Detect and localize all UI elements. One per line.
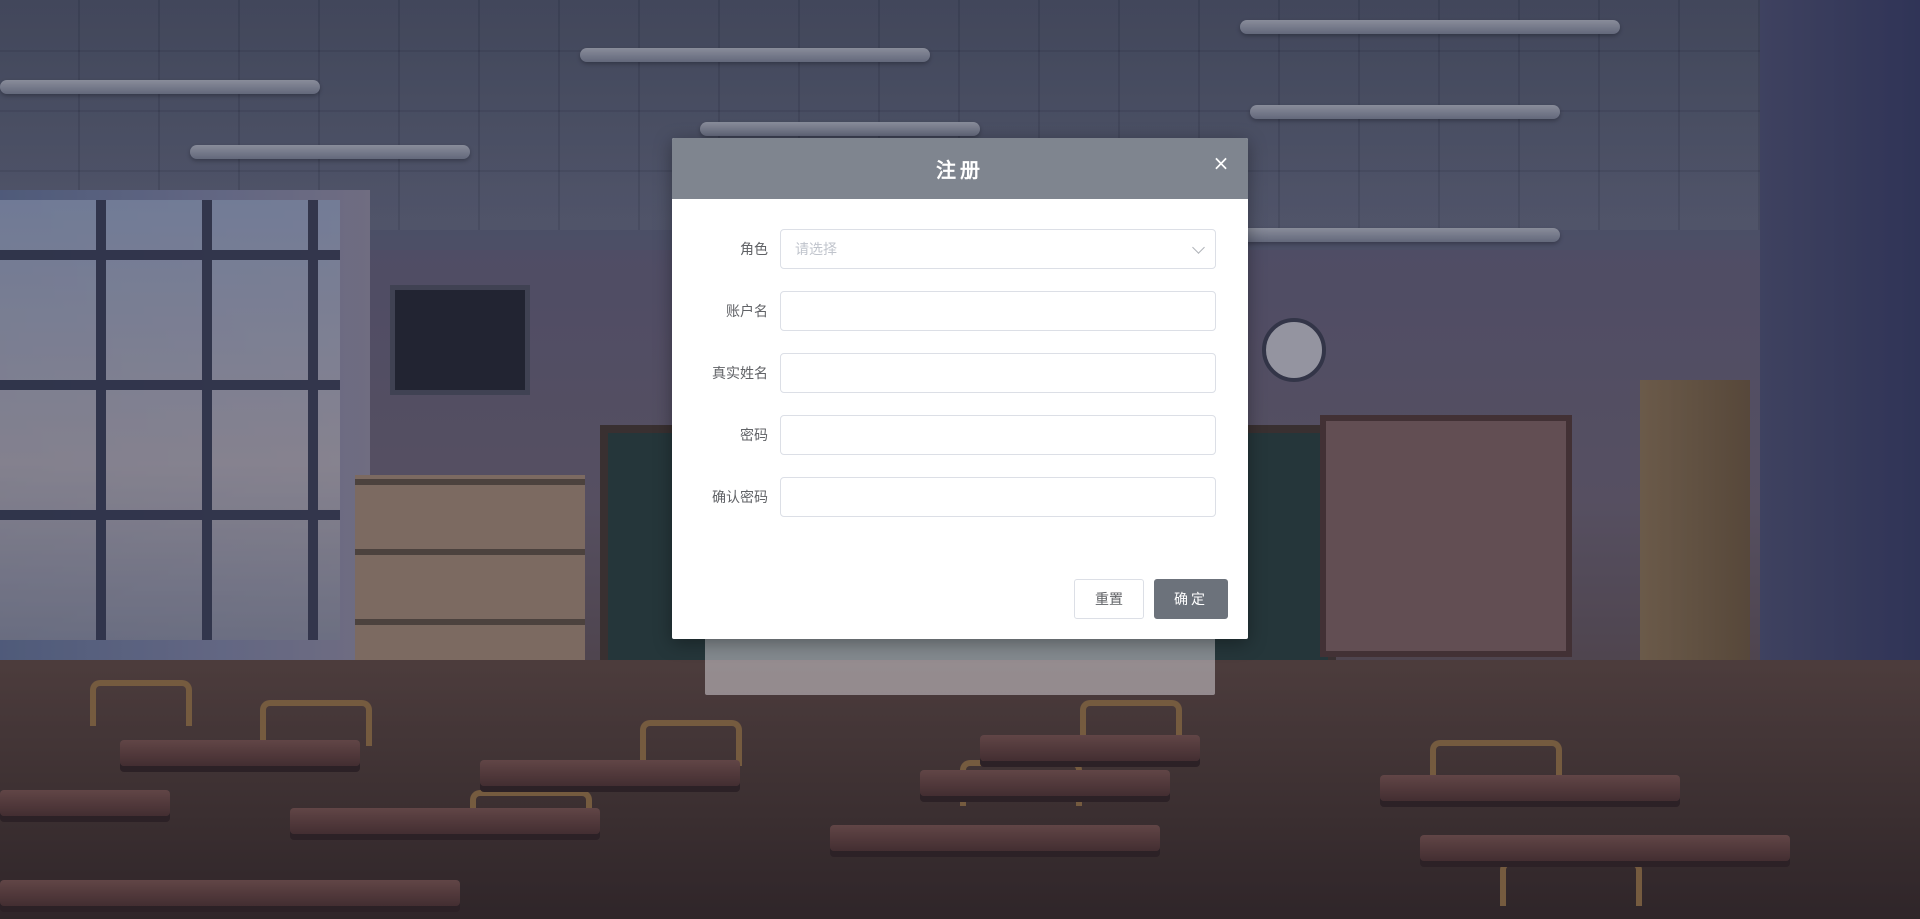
close-icon[interactable]: × [1210, 152, 1232, 174]
register-form: 角色 请选择 账户名 真实姓名 密码 确认密码 [672, 199, 1248, 517]
confirm-password-input[interactable] [780, 477, 1216, 517]
real-name-label: 真实姓名 [712, 366, 768, 382]
dialog-footer: 重置 确定 [1074, 579, 1228, 619]
confirm-password-row: 确认密码 [672, 477, 1248, 517]
reset-button[interactable]: 重置 [1074, 579, 1144, 619]
confirm-password-label: 确认密码 [712, 490, 768, 506]
password-input[interactable] [780, 415, 1216, 455]
role-select[interactable]: 请选择 [780, 229, 1216, 269]
password-row: 密码 [672, 415, 1248, 455]
chevron-down-icon [1192, 241, 1205, 254]
background-panel [705, 633, 1215, 695]
account-label: 账户名 [726, 304, 768, 320]
real-name-input[interactable] [780, 353, 1216, 393]
dialog-header: 注册 × [672, 138, 1248, 199]
dialog-title: 注册 [936, 158, 984, 182]
role-placeholder: 请选择 [795, 242, 837, 258]
role-label: 角色 [740, 242, 768, 258]
real-name-row: 真实姓名 [672, 353, 1248, 393]
role-row: 角色 请选择 [672, 229, 1248, 269]
account-input[interactable] [780, 291, 1216, 331]
account-row: 账户名 [672, 291, 1248, 331]
register-dialog: 注册 × 角色 请选择 账户名 真实姓名 密码 确认密码 重置 确定 [672, 138, 1248, 639]
confirm-button[interactable]: 确定 [1154, 579, 1228, 619]
password-label: 密码 [740, 428, 768, 444]
